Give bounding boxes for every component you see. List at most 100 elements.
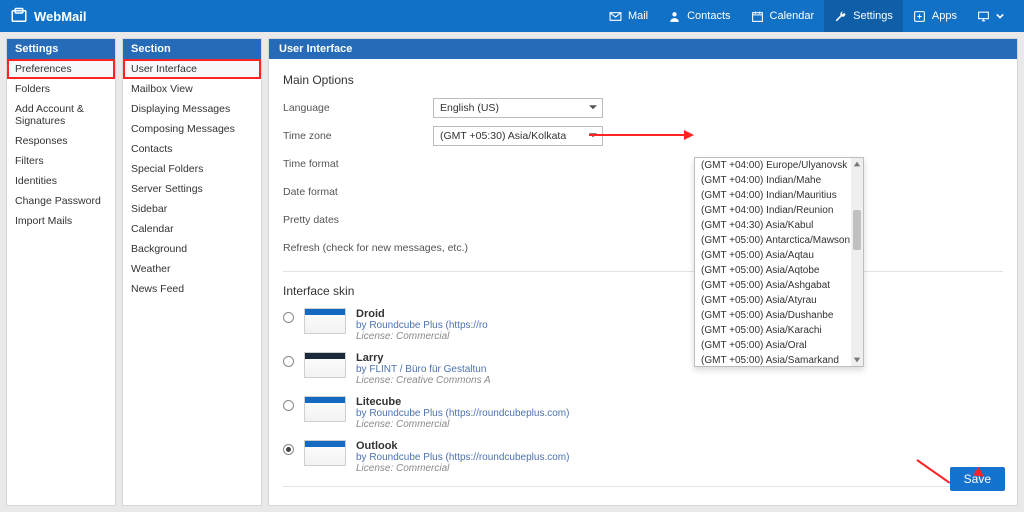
section-item-news-feed[interactable]: News Feed <box>123 279 261 299</box>
timezone-option[interactable]: (GMT +05:00) Asia/Samarkand <box>695 353 851 366</box>
timezone-option[interactable]: (GMT +05:00) Asia/Aqtau <box>695 248 851 263</box>
skin-thumb-outlook <box>304 440 346 466</box>
timezone-option[interactable]: (GMT +04:00) Europe/Ulyanovsk <box>695 158 851 173</box>
skin-droid: Droidby Roundcube Plus (https://roLicens… <box>283 308 1003 342</box>
user-icon <box>668 10 681 23</box>
select-language[interactable]: English (US) <box>433 98 603 118</box>
skin-license: License: Commercial <box>356 419 569 430</box>
divider-2 <box>283 486 1003 487</box>
settings-list: PreferencesFoldersAdd Account & Signatur… <box>7 59 115 505</box>
scroll-up-icon[interactable] <box>851 158 863 170</box>
topnav-apps[interactable]: Apps <box>903 0 967 32</box>
skin-author: by FLINT / Büro für Gestaltun <box>356 364 491 375</box>
section-item-composing-messages[interactable]: Composing Messages <box>123 119 261 139</box>
section-item-special-folders[interactable]: Special Folders <box>123 159 261 179</box>
scroll-thumb[interactable] <box>853 210 861 250</box>
timezone-option[interactable]: (GMT +04:30) Asia/Kabul <box>695 218 851 233</box>
skin-radio-droid[interactable] <box>283 312 294 323</box>
main-options-title: Main Options <box>283 73 1003 87</box>
skin-author: by Roundcube Plus (https://roundcubeplus… <box>356 452 569 463</box>
divider <box>283 271 1003 272</box>
label-timeformat: Time format <box>283 158 433 170</box>
section-list: User InterfaceMailbox ViewDisplaying Mes… <box>123 59 261 505</box>
settings-item-change-password[interactable]: Change Password <box>7 191 115 211</box>
topnav: MailContactsCalendarSettingsApps <box>599 0 1014 32</box>
settings-item-add-account-signatures[interactable]: Add Account & Signatures <box>7 99 115 131</box>
skin-author: by Roundcube Plus (https://ro <box>356 320 488 331</box>
skin-radio-litecube[interactable] <box>283 400 294 411</box>
settings-item-folders[interactable]: Folders <box>7 79 115 99</box>
skin-license: License: Commercial <box>356 463 569 474</box>
skin-author: by Roundcube Plus (https://roundcubeplus… <box>356 408 569 419</box>
label-refresh: Refresh (check for new messages, etc.) <box>283 242 543 254</box>
skin-thumb-litecube <box>304 396 346 422</box>
mail-icon <box>609 10 622 23</box>
timezone-options: (GMT +04:00) Europe/Ulyanovsk(GMT +04:00… <box>695 158 851 366</box>
timezone-option[interactable]: (GMT +05:00) Asia/Karachi <box>695 323 851 338</box>
label-timezone: Time zone <box>283 130 433 142</box>
plus-icon <box>913 10 926 23</box>
content-body: Main Options Language English (US) Time … <box>269 59 1017 501</box>
timezone-option[interactable]: (GMT +05:00) Antarctica/Mawson <box>695 233 851 248</box>
annotation-arrowhead-timezone <box>684 130 694 140</box>
main: Settings PreferencesFoldersAdd Account &… <box>0 32 1024 512</box>
row-timeformat: Time format <box>283 153 1003 175</box>
scroll-track[interactable] <box>851 170 863 354</box>
sidebar-settings: Settings PreferencesFoldersAdd Account &… <box>6 38 116 506</box>
timezone-option[interactable]: (GMT +04:00) Indian/Mauritius <box>695 188 851 203</box>
chevron-down-icon <box>996 12 1004 20</box>
topnav-calendar[interactable]: Calendar <box>741 0 825 32</box>
settings-item-responses[interactable]: Responses <box>7 131 115 151</box>
row-timezone: Time zone (GMT +05:30) Asia/Kolkata <box>283 125 1003 147</box>
interface-skin-title: Interface skin <box>283 284 1003 298</box>
scroll-down-icon[interactable] <box>851 354 863 366</box>
select-timezone[interactable]: (GMT +05:30) Asia/Kolkata <box>433 126 603 146</box>
skin-radio-larry[interactable] <box>283 356 294 367</box>
settings-item-preferences[interactable]: Preferences <box>7 59 115 79</box>
brand: WebMail <box>10 7 87 25</box>
timezone-option[interactable]: (GMT +05:00) Asia/Atyrau <box>695 293 851 308</box>
row-prettydates: Pretty dates <box>283 209 1003 231</box>
row-refresh: Refresh (check for new messages, etc.) <box>283 237 1003 259</box>
skin-larry: Larryby FLINT / Büro für GestaltunLicens… <box>283 352 1003 386</box>
content-panel: User Interface Main Options Language Eng… <box>268 38 1018 506</box>
brand-logo-icon <box>10 7 28 25</box>
section-item-displaying-messages[interactable]: Displaying Messages <box>123 99 261 119</box>
topnav-contacts[interactable]: Contacts <box>658 0 740 32</box>
browser-options-title: Browser Options <box>283 499 1003 501</box>
skin-radio-outlook[interactable] <box>283 444 294 455</box>
label-prettydates: Pretty dates <box>283 214 433 226</box>
topnav-settings[interactable]: Settings <box>824 0 903 32</box>
section-item-mailbox-view[interactable]: Mailbox View <box>123 79 261 99</box>
timezone-option[interactable]: (GMT +04:00) Indian/Mahe <box>695 173 851 188</box>
skin-litecube: Litecubeby Roundcube Plus (https://round… <box>283 396 1003 430</box>
sidebar-section: Section User InterfaceMailbox ViewDispla… <box>122 38 262 506</box>
skin-license: License: Creative Commons A <box>356 375 491 386</box>
timezone-option[interactable]: (GMT +05:00) Asia/Oral <box>695 338 851 353</box>
timezone-option[interactable]: (GMT +05:00) Asia/Aqtobe <box>695 263 851 278</box>
annotation-arrow-timezone <box>589 134 684 136</box>
settings-item-identities[interactable]: Identities <box>7 171 115 191</box>
content-title: User Interface <box>269 39 1017 59</box>
timezone-option[interactable]: (GMT +04:00) Indian/Reunion <box>695 203 851 218</box>
timezone-option[interactable]: (GMT +05:00) Asia/Dushanbe <box>695 308 851 323</box>
section-item-contacts[interactable]: Contacts <box>123 139 261 159</box>
skin-thumb-larry <box>304 352 346 378</box>
section-item-user-interface[interactable]: User Interface <box>123 59 261 79</box>
section-item-background[interactable]: Background <box>123 239 261 259</box>
sidebar-settings-title: Settings <box>7 39 115 59</box>
dropdown-scrollbar[interactable] <box>851 158 863 366</box>
section-item-sidebar[interactable]: Sidebar <box>123 199 261 219</box>
skin-license: License: Commercial <box>356 331 488 342</box>
topnav-display[interactable] <box>967 0 1014 32</box>
section-item-calendar[interactable]: Calendar <box>123 219 261 239</box>
brand-label: WebMail <box>34 9 87 24</box>
settings-item-filters[interactable]: Filters <box>7 151 115 171</box>
timezone-dropdown[interactable]: (GMT +04:00) Europe/Ulyanovsk(GMT +04:00… <box>694 157 864 367</box>
settings-item-import-mails[interactable]: Import Mails <box>7 211 115 231</box>
section-item-server-settings[interactable]: Server Settings <box>123 179 261 199</box>
section-item-weather[interactable]: Weather <box>123 259 261 279</box>
calendar-icon <box>751 10 764 23</box>
timezone-option[interactable]: (GMT +05:00) Asia/Ashgabat <box>695 278 851 293</box>
topnav-mail[interactable]: Mail <box>599 0 658 32</box>
